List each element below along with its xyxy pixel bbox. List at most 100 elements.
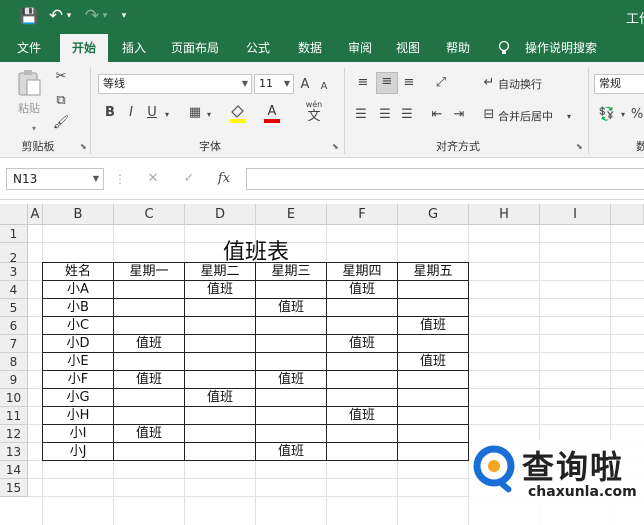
row-header-14[interactable]: 14 (0, 461, 28, 479)
merge-center-button[interactable]: 合并后居中 (498, 108, 562, 124)
duty-cell[interactable] (256, 407, 326, 425)
duty-cell[interactable]: 值班 (114, 371, 184, 389)
duty-cell[interactable] (185, 353, 255, 371)
duty-cell[interactable]: 值班 (398, 353, 468, 371)
column-header-i[interactable]: I (540, 204, 611, 225)
column-header-d[interactable]: D (185, 204, 256, 225)
tab-home[interactable]: 开始 (60, 34, 108, 62)
duty-cell[interactable] (114, 281, 184, 299)
grow-font-icon[interactable]: A (298, 76, 312, 94)
enter-icon[interactable]: ✓ (180, 170, 198, 188)
duty-cell[interactable] (114, 407, 184, 425)
wrap-text-icon[interactable]: ↵ (480, 74, 498, 92)
copy-icon[interactable]: ⧉ (52, 92, 70, 110)
align-left-icon[interactable]: ☰ (352, 106, 370, 124)
row-header-9[interactable]: 9 (0, 371, 28, 389)
tab-help[interactable]: 帮助 (436, 34, 480, 62)
font-color-icon[interactable]: A (262, 102, 282, 124)
duty-cell[interactable] (185, 317, 255, 335)
clipboard-launcher-icon[interactable]: ⬊ (80, 142, 87, 151)
formula-input[interactable] (246, 168, 644, 190)
duty-cell[interactable] (327, 389, 397, 407)
align-bottom-icon[interactable]: ≡ (400, 74, 418, 92)
duty-cell[interactable] (398, 443, 468, 461)
name-box[interactable]: N13 ▼ (6, 168, 104, 190)
borders-icon[interactable]: ▦ (186, 104, 204, 122)
phonetic-guide-icon[interactable]: wén 文 (304, 100, 324, 124)
accounting-dropdown-icon[interactable]: ▾ (618, 106, 628, 124)
accounting-format-icon[interactable]: 💱 (596, 106, 618, 124)
font-name-combo[interactable]: 等线 ▼ (98, 74, 252, 94)
orientation-icon[interactable]: ⤢ (430, 74, 452, 92)
customize-qat-icon[interactable]: ▾ (118, 5, 130, 27)
redo-dropdown-icon[interactable]: ▾ (100, 5, 110, 27)
duty-cell[interactable] (398, 335, 468, 353)
duty-cell[interactable] (185, 443, 255, 461)
table-header-cell[interactable]: 星期三 (256, 263, 326, 281)
row-header-7[interactable]: 7 (0, 335, 28, 353)
row-header-5[interactable]: 5 (0, 299, 28, 317)
duty-cell[interactable] (114, 317, 184, 335)
duty-cell[interactable] (114, 443, 184, 461)
name-cell[interactable]: 小A (43, 281, 113, 299)
duty-cell[interactable]: 值班 (327, 335, 397, 353)
table-header-cell[interactable]: 星期二 (185, 263, 255, 281)
insert-function-icon[interactable]: fx (214, 170, 234, 188)
duty-cell[interactable]: 值班 (256, 299, 326, 317)
row-header-15[interactable]: 15 (0, 479, 28, 497)
duty-cell[interactable] (256, 281, 326, 299)
decrease-indent-icon[interactable]: ⇤ (428, 106, 446, 124)
format-painter-icon[interactable]: 🖌 (52, 114, 70, 132)
increase-indent-icon[interactable]: ⇥ (450, 106, 468, 124)
duty-cell[interactable] (114, 389, 184, 407)
column-header-c[interactable]: C (114, 204, 185, 225)
duty-cell[interactable] (398, 371, 468, 389)
name-cell[interactable]: 小G (43, 389, 113, 407)
duty-cell[interactable] (256, 353, 326, 371)
duty-cell[interactable]: 值班 (114, 425, 184, 443)
duty-cell[interactable]: 值班 (114, 335, 184, 353)
row-header-10[interactable]: 10 (0, 389, 28, 407)
tab-data[interactable]: 数据 (288, 34, 332, 62)
duty-cell[interactable]: 值班 (185, 389, 255, 407)
duty-cell[interactable] (327, 443, 397, 461)
duty-cell[interactable] (256, 335, 326, 353)
align-center-icon[interactable]: ☰ (376, 106, 394, 124)
name-cell[interactable]: 小D (43, 335, 113, 353)
duty-cell[interactable]: 值班 (185, 281, 255, 299)
column-header-f[interactable]: F (327, 204, 398, 225)
duty-cell[interactable] (327, 317, 397, 335)
duty-cell[interactable] (185, 371, 255, 389)
table-header-cell[interactable]: 姓名 (43, 263, 113, 281)
name-cell[interactable]: 小E (43, 353, 113, 371)
row-header-12[interactable]: 12 (0, 425, 28, 443)
shrink-font-icon[interactable]: A (318, 78, 330, 96)
table-header-cell[interactable]: 星期一 (114, 263, 184, 281)
name-cell[interactable]: 小B (43, 299, 113, 317)
undo-dropdown-icon[interactable]: ▾ (64, 5, 74, 27)
tab-view[interactable]: 视图 (386, 34, 430, 62)
row-header-1[interactable]: 1 (0, 225, 28, 243)
duty-cell[interactable] (185, 335, 255, 353)
duty-cell[interactable] (327, 425, 397, 443)
row-header-8[interactable]: 8 (0, 353, 28, 371)
duty-cell[interactable]: 值班 (327, 407, 397, 425)
duty-cell[interactable] (185, 299, 255, 317)
italic-icon[interactable]: I (124, 104, 138, 122)
font-size-combo[interactable]: 11 ▼ (254, 74, 294, 94)
name-cell[interactable]: 小I (43, 425, 113, 443)
duty-cell[interactable] (327, 299, 397, 317)
align-top-icon[interactable]: ≡ (354, 74, 372, 92)
row-header-6[interactable]: 6 (0, 317, 28, 335)
duty-cell[interactable] (256, 317, 326, 335)
table-header-cell[interactable]: 星期四 (327, 263, 397, 281)
number-format-combo[interactable]: 常规 (594, 74, 644, 94)
duty-cell[interactable] (327, 371, 397, 389)
sheet-title[interactable]: 值班表 (43, 239, 469, 265)
borders-dropdown-icon[interactable]: ▾ (204, 106, 214, 124)
paste-dropdown-icon[interactable]: ▾ (28, 120, 40, 138)
duty-cell[interactable] (114, 299, 184, 317)
column-header-h[interactable]: H (469, 204, 540, 225)
column-header-b[interactable]: B (43, 204, 114, 225)
name-cell[interactable]: 小F (43, 371, 113, 389)
